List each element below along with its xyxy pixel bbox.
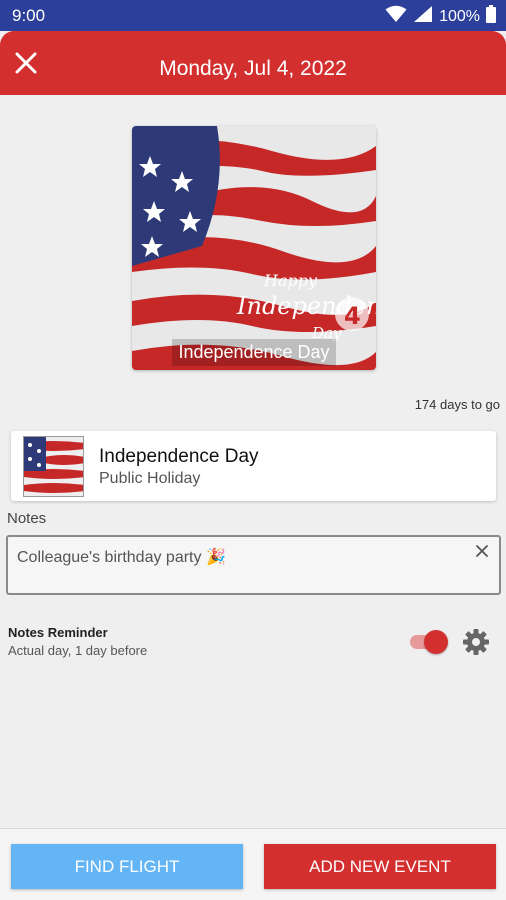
clear-notes-button[interactable] [473, 542, 491, 560]
notes-label: Notes [7, 510, 47, 527]
american-flag-image: Happy Independence Day 4 [132, 126, 376, 370]
gear-icon [463, 629, 489, 655]
reminder-settings-button[interactable] [461, 627, 491, 657]
days-to-go: 174 days to go [414, 397, 500, 412]
event-name: Independence Day [99, 446, 259, 467]
add-new-event-button[interactable]: ADD NEW EVENT [264, 844, 496, 889]
image-caption: Independence Day [172, 339, 336, 366]
reminder-toggle[interactable] [410, 629, 450, 655]
reminder-subtitle: Actual day, 1 day before [8, 643, 148, 658]
toggle-thumb [424, 630, 448, 654]
app-bar: Monday, Jul 4, 2022 [0, 31, 506, 95]
status-bar: 9:00 100% [0, 0, 506, 31]
event-card[interactable]: Independence Day Public Holiday [11, 431, 496, 501]
notes-field[interactable]: Colleague's birthday party 🎉 [6, 535, 501, 595]
notes-value: Colleague's birthday party 🎉 [17, 549, 226, 566]
wifi-icon [385, 5, 407, 28]
find-flight-button[interactable]: FIND FLIGHT [11, 844, 243, 889]
battery-icon [486, 5, 496, 28]
event-thumbnail [23, 436, 84, 497]
holiday-image: Happy Independence Day 4 Independence Da… [132, 126, 376, 370]
page-title: Monday, Jul 4, 2022 [159, 57, 347, 80]
bottom-action-bar: FIND FLIGHT ADD NEW EVENT [0, 828, 506, 900]
signal-icon [413, 5, 433, 28]
battery-level: 100% [439, 7, 480, 25]
reminder-title: Notes Reminder [8, 625, 108, 640]
art-number: 4 [344, 302, 361, 330]
close-icon [476, 545, 488, 557]
status-icons: 100% [385, 5, 496, 28]
event-type: Public Holiday [99, 470, 201, 487]
status-time: 9:00 [12, 6, 46, 25]
art-text-happy: Happy [263, 271, 318, 290]
